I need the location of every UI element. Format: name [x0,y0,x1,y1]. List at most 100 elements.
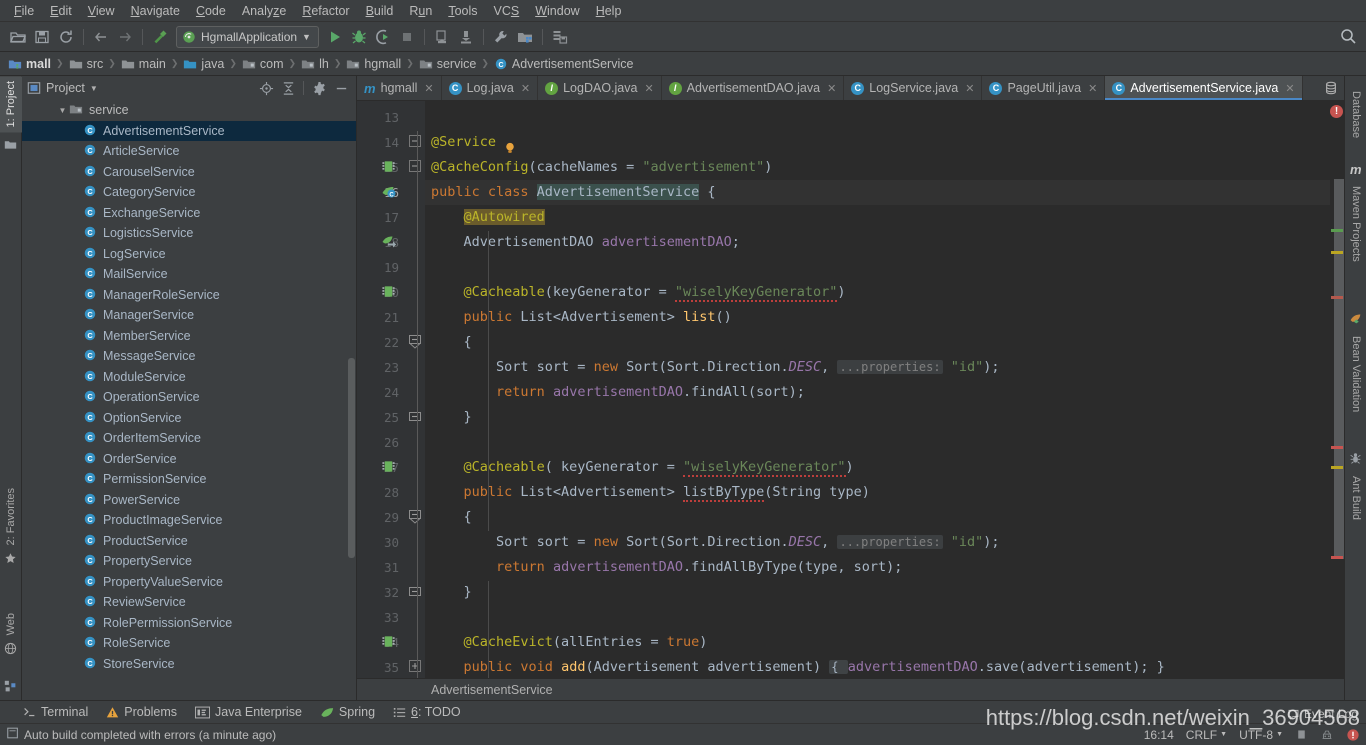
editor-tab-logservice-java[interactable]: C LogService.java ✕ [844,76,983,100]
tree-item-MailService[interactable]: C MailService [22,264,356,285]
bottom-tab-java-enterprise[interactable]: Java Enterprise [186,703,311,721]
tree-item-MemberService[interactable]: C MemberService [22,326,356,347]
close-icon[interactable]: ✕ [1088,82,1097,95]
save-icon[interactable] [30,25,54,49]
run-icon[interactable] [323,25,347,49]
tree-item-MessageService[interactable]: C MessageService [22,346,356,367]
close-icon[interactable]: ✕ [1285,82,1294,95]
fold-marker-plus[interactable] [409,660,423,672]
database-sync-icon[interactable] [548,25,572,49]
intention-bulb-icon[interactable] [503,141,517,155]
sidebar-item-maven-projects[interactable]: Maven Projects [1345,181,1366,267]
bottom-tab-problems[interactable]: Problems [97,703,186,721]
menu-item-navigate[interactable]: Navigate [123,2,188,20]
spring-autowired-icon[interactable] [381,234,397,250]
chevron-down-icon[interactable]: ▼ [56,106,69,115]
editor-tab-pageutil-java[interactable]: C PageUtil.java ✕ [982,76,1106,100]
code-line-16[interactable]: public class AdvertisementService { [425,180,1330,205]
menu-item-analyze[interactable]: Analyze [234,2,294,20]
marker-warning[interactable] [1331,466,1343,469]
bottom-tab-terminal[interactable]: Terminal [14,703,97,721]
editor-tab-advertisementservice-java[interactable]: C AdvertisementService.java ✕ [1105,76,1303,100]
menu-item-build[interactable]: Build [358,2,402,20]
editor-vertical-scrollbar[interactable] [1334,179,1344,559]
code-line-29[interactable]: { [425,505,1330,530]
locate-icon[interactable] [256,78,276,98]
inspection-icon[interactable] [1320,728,1334,742]
code-line-18[interactable]: AdvertisementDAO advertisementDAO; [425,230,1330,255]
project-panel-title[interactable]: Project ▼ [27,81,98,95]
code-line-19[interactable] [425,255,1330,280]
breadcrumb-item-main[interactable]: main [117,55,170,73]
debug-icon[interactable] [347,25,371,49]
code-line-30[interactable]: Sort sort = new Sort(Sort.Direction.DESC… [425,530,1330,555]
sidebar-item-ant-build[interactable]: Ant Build [1345,471,1366,525]
code-line-33[interactable] [425,605,1330,630]
marker-error[interactable] [1331,446,1343,449]
file-encoding[interactable]: UTF-8 ▼ [1239,728,1283,742]
editor-gutter[interactable]: 13141516C1718192021222324252627282930313… [357,101,425,678]
menu-item-vcs[interactable]: VCS [486,2,528,20]
tree-item-ProductImageService[interactable]: C ProductImageService [22,510,356,531]
sidebar-item-bean-validation[interactable]: Bean Validation [1345,331,1366,417]
tree-item-PermissionService[interactable]: C PermissionService [22,469,356,490]
fold-marker-top[interactable] [409,335,423,349]
code-line-14[interactable]: @Service [425,130,1330,155]
breadcrumb-item-src[interactable]: src [65,55,108,73]
spring-class-icon[interactable]: C [381,184,397,200]
close-icon[interactable]: ✕ [424,82,433,95]
code-line-34[interactable]: @CacheEvict(allEntries = true) [425,630,1330,655]
close-icon[interactable]: ✕ [965,82,974,95]
editor-tab-logdao-java[interactable]: I LogDAO.java ✕ [538,76,662,100]
build-hammer-icon[interactable] [148,25,172,49]
code-line-21[interactable]: public List<Advertisement> list() [425,305,1330,330]
breadcrumb-item-java[interactable]: java [179,55,228,73]
sidebar-item-web[interactable]: Web [0,608,22,640]
fold-marker-bottom[interactable] [409,585,423,597]
tree-item-ProductService[interactable]: C ProductService [22,531,356,552]
read-only-icon[interactable] [1295,728,1308,741]
open-folder-icon[interactable] [6,25,30,49]
editor-tab-log-java[interactable]: C Log.java ✕ [442,76,539,100]
tree-item-StoreService[interactable]: C StoreService [22,654,356,675]
tree-item-OptionService[interactable]: C OptionService [22,408,356,429]
project-tree[interactable]: ▼ service C AdvertisementService C ArticleSer… [22,100,356,700]
marker-error[interactable] [1331,556,1343,559]
tree-item-PropertyValueService[interactable]: C PropertyValueService [22,572,356,593]
tree-item-CategoryService[interactable]: C CategoryService [22,182,356,203]
menu-item-window[interactable]: Window [527,2,587,20]
code-line-28[interactable]: public List<Advertisement> listByType(St… [425,480,1330,505]
code-line-13[interactable] [425,105,1330,130]
menu-item-run[interactable]: Run [401,2,440,20]
sync-icon[interactable] [54,25,78,49]
menu-item-help[interactable]: Help [588,2,630,20]
caret-position[interactable]: 16:14 [1144,728,1174,742]
tree-item-ModuleService[interactable]: C ModuleService [22,367,356,388]
editor-tab-hgmall[interactable]: m hgmall ✕ [357,76,442,100]
spring-bean-icon[interactable] [381,459,397,475]
breadcrumb-item-com[interactable]: com [238,55,288,73]
marker-error[interactable] [1331,296,1343,299]
bottom-tab-spring[interactable]: Spring [311,703,384,721]
forward-arrow-icon[interactable] [113,25,137,49]
editor-breadcrumb[interactable]: AdvertisementService [357,678,1344,700]
tree-item-RolePermissionService[interactable]: C RolePermissionService [22,613,356,634]
breadcrumb-item-service[interactable]: service [415,55,481,73]
tree-item-OrderItemService[interactable]: C OrderItemService [22,428,356,449]
run-configuration-selector[interactable]: HgmallApplication ▼ [176,25,319,48]
code-line-15[interactable]: @CacheConfig(cacheNames = "advertisement… [425,155,1330,180]
project-tree-scrollbar[interactable] [348,358,355,558]
back-arrow-icon[interactable] [89,25,113,49]
code-area[interactable]: @Service @CacheConfig(cacheNames = "adver… [425,101,1330,678]
code-line-22[interactable]: { [425,330,1330,355]
tree-item-CarouselService[interactable]: C CarouselService [22,162,356,183]
tree-item-ManagerService[interactable]: C ManagerService [22,305,356,326]
hide-icon[interactable] [331,78,351,98]
sidebar-item-database[interactable]: Database [1345,86,1366,143]
tree-folder-service[interactable]: ▼ service [22,100,356,121]
tree-item-ReviewService[interactable]: C ReviewService [22,592,356,613]
fold-marker-minus[interactable] [409,135,423,147]
line-separator[interactable]: CRLF ▼ [1186,728,1227,742]
tree-item-OrderService[interactable]: C OrderService [22,449,356,470]
close-icon[interactable]: ✕ [644,82,653,95]
